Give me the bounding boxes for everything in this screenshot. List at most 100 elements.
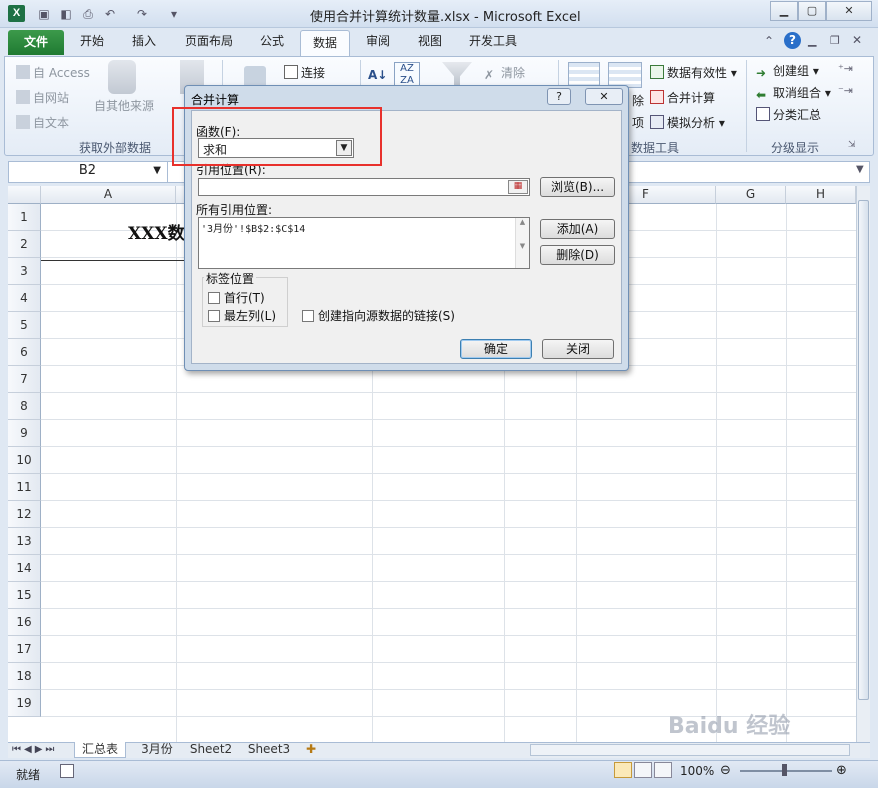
row-header-14[interactable]: 14 <box>8 555 41 582</box>
dialog-launcher-icon[interactable]: ⇲ <box>848 140 856 150</box>
row-header-3[interactable]: 3 <box>8 258 41 285</box>
name-box[interactable]: B2 ▼ <box>8 161 168 183</box>
consolidate-button[interactable]: 合并计算 <box>650 89 715 106</box>
row-header-8[interactable]: 8 <box>8 393 41 420</box>
tab-file[interactable]: 文件 <box>8 30 64 55</box>
remove-duplicates-partial-2[interactable]: 项 <box>632 114 644 131</box>
data-validation-button[interactable]: 数据有效性 ▾ <box>650 64 737 81</box>
customize-icon[interactable]: ▾ <box>166 6 182 22</box>
print-icon[interactable]: ⎙ <box>80 6 96 22</box>
tab-insert[interactable]: 插入 <box>124 28 164 56</box>
tab-data[interactable]: 数据 <box>300 30 350 57</box>
row-header-16[interactable]: 16 <box>8 609 41 636</box>
normal-view-icon[interactable] <box>614 762 632 778</box>
row-header-1[interactable]: 1 <box>8 204 41 231</box>
help-icon[interactable]: ? <box>784 32 801 49</box>
from-other-sources-button[interactable]: 自其他来源 <box>94 97 154 114</box>
show-detail-icon[interactable]: ⁺⇥ <box>838 62 853 75</box>
column-header-h[interactable]: H <box>786 186 856 204</box>
tab-developer[interactable]: 开发工具 <box>462 28 524 56</box>
ungroup-button[interactable]: ⬅ 取消组合 ▾ <box>756 84 831 102</box>
all-references-list[interactable]: '3月份'!$B$2:$C$14 ▲ ▼ <box>198 217 530 269</box>
clear-filter-button[interactable]: ✗ 清除 <box>484 64 525 82</box>
delete-button[interactable]: 删除(D) <box>540 245 615 265</box>
zoom-level[interactable]: 100% <box>680 764 714 778</box>
row-header-19[interactable]: 19 <box>8 690 41 717</box>
row-header-13[interactable]: 13 <box>8 528 41 555</box>
browse-button[interactable]: 浏览(B)... <box>540 177 615 197</box>
sheet-nav-icon[interactable]: ⏮◀▶⏭ <box>12 742 57 758</box>
row-header-18[interactable]: 18 <box>8 663 41 690</box>
tab-view[interactable]: 视图 <box>410 28 450 56</box>
checkbox-box[interactable] <box>302 310 314 322</box>
zoom-slider-thumb[interactable] <box>782 764 787 776</box>
group-button[interactable]: ➜ 创建组 ▾ <box>756 62 819 80</box>
sheet-tab-summary[interactable]: 汇总表 <box>74 742 126 758</box>
row-header-6[interactable]: 6 <box>8 339 41 366</box>
name-box-dropdown-icon[interactable]: ▼ <box>153 161 161 181</box>
sheet-tab-sheet2[interactable]: Sheet2 <box>186 742 236 758</box>
connections-button[interactable]: 连接 <box>284 64 325 81</box>
print-preview-icon[interactable]: ◧ <box>58 6 74 22</box>
row-header-11[interactable]: 11 <box>8 474 41 501</box>
close-window-button[interactable]: ✕ <box>826 1 872 21</box>
sort-asc-icon[interactable]: A↓ <box>368 68 387 82</box>
subtotal-button[interactable]: 分类汇总 <box>756 106 821 123</box>
zoom-in-icon[interactable]: ⊕ <box>836 763 847 778</box>
row-header-15[interactable]: 15 <box>8 582 41 609</box>
doc-restore-icon[interactable]: ❐ <box>830 34 840 47</box>
close-button[interactable]: 关闭 <box>542 339 614 359</box>
column-header-g[interactable]: G <box>716 186 786 204</box>
checkbox-box[interactable] <box>208 292 220 304</box>
insert-sheet-icon[interactable]: ✚ <box>306 742 316 758</box>
add-button[interactable]: 添加(A) <box>540 219 615 239</box>
row-header-17[interactable]: 17 <box>8 636 41 663</box>
redo-icon[interactable]: ↷ <box>134 6 150 22</box>
link-source-checkbox[interactable]: 创建指向源数据的链接(S) <box>302 307 455 324</box>
tab-home[interactable]: 开始 <box>72 28 112 56</box>
doc-minimize-icon[interactable]: ▁ <box>808 34 816 47</box>
dialog-help-button[interactable]: ? <box>547 88 571 105</box>
what-if-button[interactable]: 模拟分析 ▾ <box>650 114 725 131</box>
row-header-5[interactable]: 5 <box>8 312 41 339</box>
row-header-2[interactable]: 2 <box>8 231 41 258</box>
left-column-checkbox[interactable]: 最左列(L) <box>208 307 276 324</box>
tab-formulas[interactable]: 公式 <box>252 28 292 56</box>
horizontal-scrollbar[interactable] <box>530 744 850 756</box>
column-header-a[interactable]: A <box>41 186 176 204</box>
select-all-corner[interactable] <box>8 186 41 204</box>
undo-icon[interactable]: ↶ <box>102 6 118 22</box>
first-row-checkbox[interactable]: 首行(T) <box>208 289 265 306</box>
formula-expand-icon[interactable]: ▼ <box>856 164 864 175</box>
vertical-scrollbar[interactable] <box>856 186 870 742</box>
tab-review[interactable]: 审阅 <box>358 28 398 56</box>
page-break-view-icon[interactable] <box>654 762 672 778</box>
cell-a1-title[interactable]: XXX数 <box>128 219 185 244</box>
page-layout-view-icon[interactable] <box>634 762 652 778</box>
row-header-7[interactable]: 7 <box>8 366 41 393</box>
dialog-close-button[interactable]: ✕ <box>585 88 623 105</box>
scroll-thumb[interactable] <box>858 200 869 700</box>
ribbon-minimize-icon[interactable]: ⌃ <box>764 34 774 48</box>
maximize-button[interactable]: ▢ <box>798 1 826 21</box>
row-header-9[interactable]: 9 <box>8 420 41 447</box>
from-text-button[interactable]: 自文本 <box>16 114 69 131</box>
from-access-button[interactable]: 自 Access <box>16 64 90 81</box>
reference-list-item[interactable]: '3月份'!$B$2:$C$14 <box>201 220 305 235</box>
macro-record-icon[interactable] <box>60 764 74 778</box>
row-header-12[interactable]: 12 <box>8 501 41 528</box>
ok-button[interactable]: 确定 <box>460 339 532 359</box>
save-icon[interactable]: ▣ <box>36 6 52 22</box>
checkbox-box[interactable] <box>208 310 220 322</box>
hide-detail-icon[interactable]: ⁻⇥ <box>838 84 853 97</box>
reference-input[interactable] <box>198 178 530 196</box>
excel-app-icon[interactable]: X <box>8 5 25 22</box>
row-header-4[interactable]: 4 <box>8 285 41 312</box>
tab-page-layout[interactable]: 页面布局 <box>178 28 240 56</box>
collapse-dialog-icon[interactable]: ▦ <box>508 180 528 194</box>
minimize-button[interactable]: ▁ <box>770 1 798 21</box>
zoom-out-icon[interactable]: ⊖ <box>720 763 731 778</box>
sheet-tab-march[interactable]: 3月份 <box>132 742 182 758</box>
doc-close-icon[interactable]: ✕ <box>852 33 862 47</box>
from-web-button[interactable]: 自网站 <box>16 89 69 106</box>
